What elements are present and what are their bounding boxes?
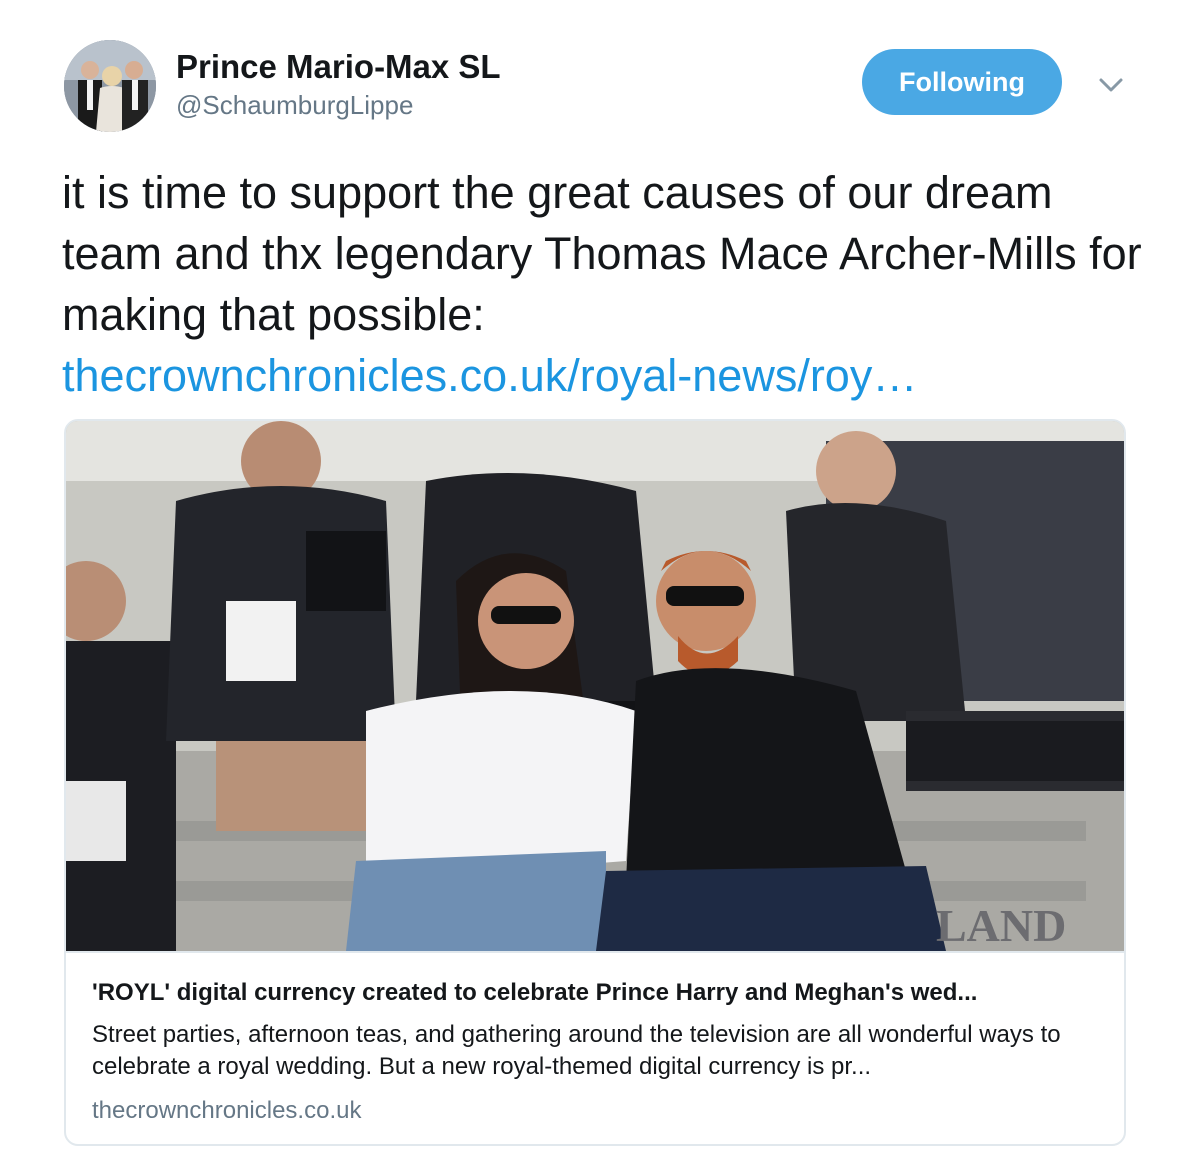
author-handle[interactable]: @SchaumburgLippe <box>176 90 413 121</box>
card-image[interactable]: LAND <box>66 421 1124 951</box>
avatar[interactable] <box>64 40 156 132</box>
card-body[interactable]: 'ROYL' digital currency created to celeb… <box>66 951 1124 1144</box>
link-preview-card[interactable]: LAND 'ROYL' digital currency created to … <box>64 419 1126 1146</box>
banner-text: LAND <box>936 900 1066 951</box>
tweet-header: Prince Mario-Max SL @SchaumburgLippe Fol… <box>0 0 1200 160</box>
author-display-name[interactable]: Prince Mario-Max SL <box>176 48 501 86</box>
card-domain: thecrownchronicles.co.uk <box>92 1097 362 1124</box>
card-title[interactable]: 'ROYL' digital currency created to celeb… <box>92 979 1102 1007</box>
tweet-link[interactable]: thecrownchronicles.co.uk/royal-news/roy… <box>62 350 917 401</box>
tweet-body: it is time to support the great causes o… <box>62 167 1142 340</box>
following-button[interactable]: Following <box>862 49 1062 115</box>
card-description: Street parties, afternoon teas, and gath… <box>92 1021 1061 1080</box>
chevron-down-icon[interactable] <box>1096 70 1126 100</box>
tweet-text: it is time to support the great causes o… <box>62 162 1162 406</box>
